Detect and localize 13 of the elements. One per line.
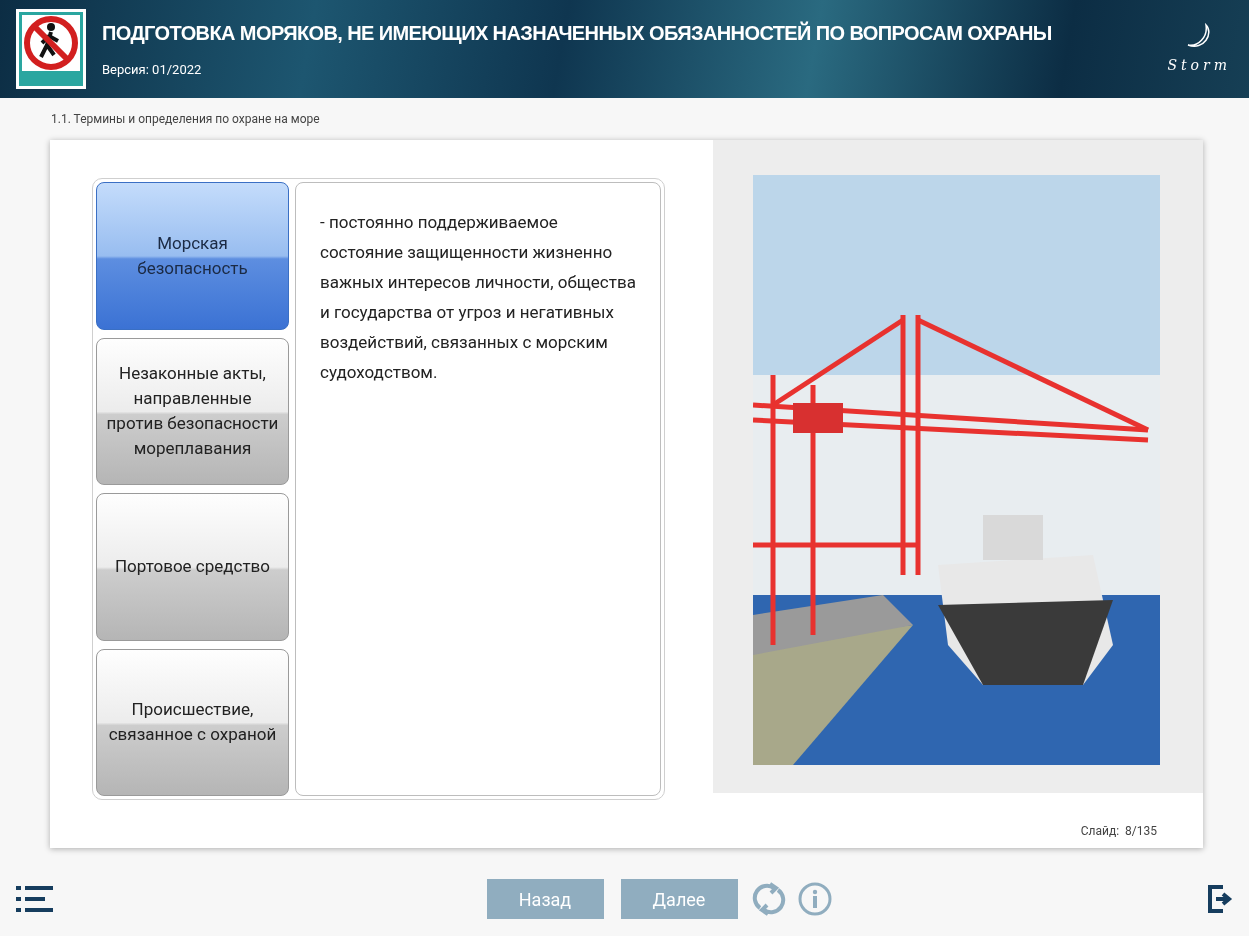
exit-icon[interactable] bbox=[1207, 885, 1233, 913]
definition-text: - постоянно поддерживаемое состояние защищенности жизненно важных интересов личности, общества и государства от угроз и негативных воздействий, связанных с морским судоходством. bbox=[320, 211, 637, 384]
term-tab[interactable]: Происшествие, связанное с охраной bbox=[96, 648, 289, 796]
no-pedestrian-icon bbox=[16, 9, 86, 89]
logo-text: Storm bbox=[1167, 55, 1231, 75]
term-tab[interactable]: Незаконные акты, направленные против безопасности мореплавания bbox=[96, 337, 289, 485]
term-tab[interactable]: Портовое средство bbox=[96, 493, 289, 641]
menu-list-icon[interactable] bbox=[16, 886, 53, 912]
course-title: ПОДГОТОВКА МОРЯКОВ, НЕ ИМЕЮЩИХ НАЗНАЧЕННЫХ ОБЯЗАННОСТЕЙ ПО ВОПРОСАМ ОХРАНЫ bbox=[102, 20, 1053, 47]
term-tab[interactable]: Морская безопасность bbox=[96, 182, 289, 330]
version-label: Версия: 01/2022 bbox=[102, 61, 203, 80]
breadcrumb: 1.1. Термины и определения по охране на море bbox=[51, 111, 321, 128]
slide-counter: Слайд: 8/135 bbox=[1080, 823, 1157, 840]
